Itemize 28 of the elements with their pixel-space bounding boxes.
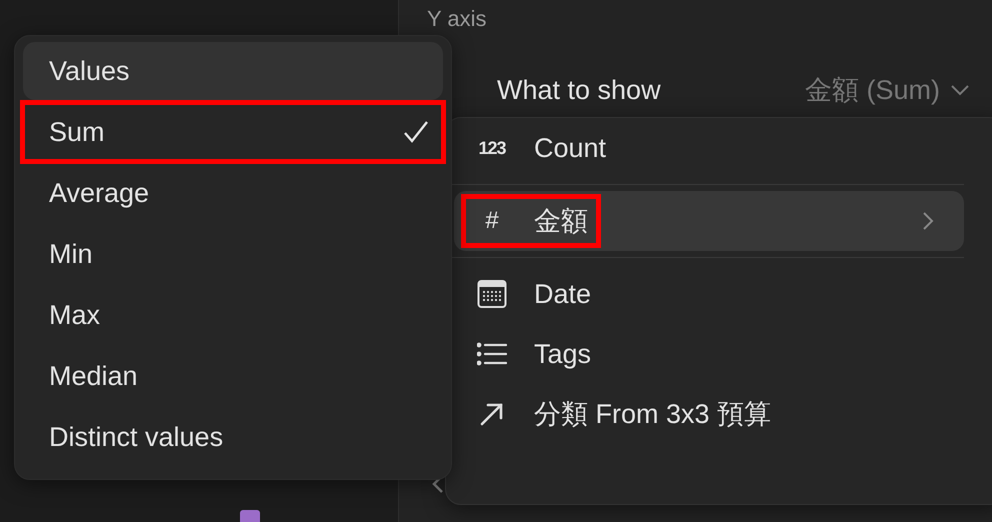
menu-item[interactable]: Median [23,347,443,405]
menu-item[interactable]: Distinct values [23,408,443,466]
item-label: Tags [534,338,592,370]
menu-item[interactable]: Values [23,42,443,100]
number-icon: # [485,207,499,235]
setting-value[interactable]: 金額 (Sum) [805,72,940,108]
item-label: Date [534,278,592,310]
check-icon [403,120,429,144]
menu-item[interactable]: # 金額 [454,191,964,251]
item-label: Count [534,132,608,164]
menu-item[interactable]: Min [23,225,443,283]
menu-item[interactable]: 分類 From 3x3 預算 [454,384,964,444]
calendar-icon [477,279,507,309]
arrow-icon [479,401,505,427]
list-icon [477,342,507,366]
item-label: 分類 From 3x3 預算 [534,398,772,431]
chevron-right-icon [922,211,934,231]
menu-item[interactable]: 123 Count [454,118,964,178]
menu-item[interactable]: Average [23,164,443,222]
item-label: 金額 [534,205,588,238]
menu-item[interactable]: Sum [23,103,443,161]
menu-item[interactable]: Tags [454,324,964,384]
setting-label: What to show [497,74,662,106]
chevron-down-icon[interactable] [950,84,970,96]
menu-item[interactable]: Date [454,264,964,324]
count-icon: 123 [478,138,506,158]
section-label: Y axis [427,6,488,32]
menu-item[interactable]: Max [23,286,443,344]
